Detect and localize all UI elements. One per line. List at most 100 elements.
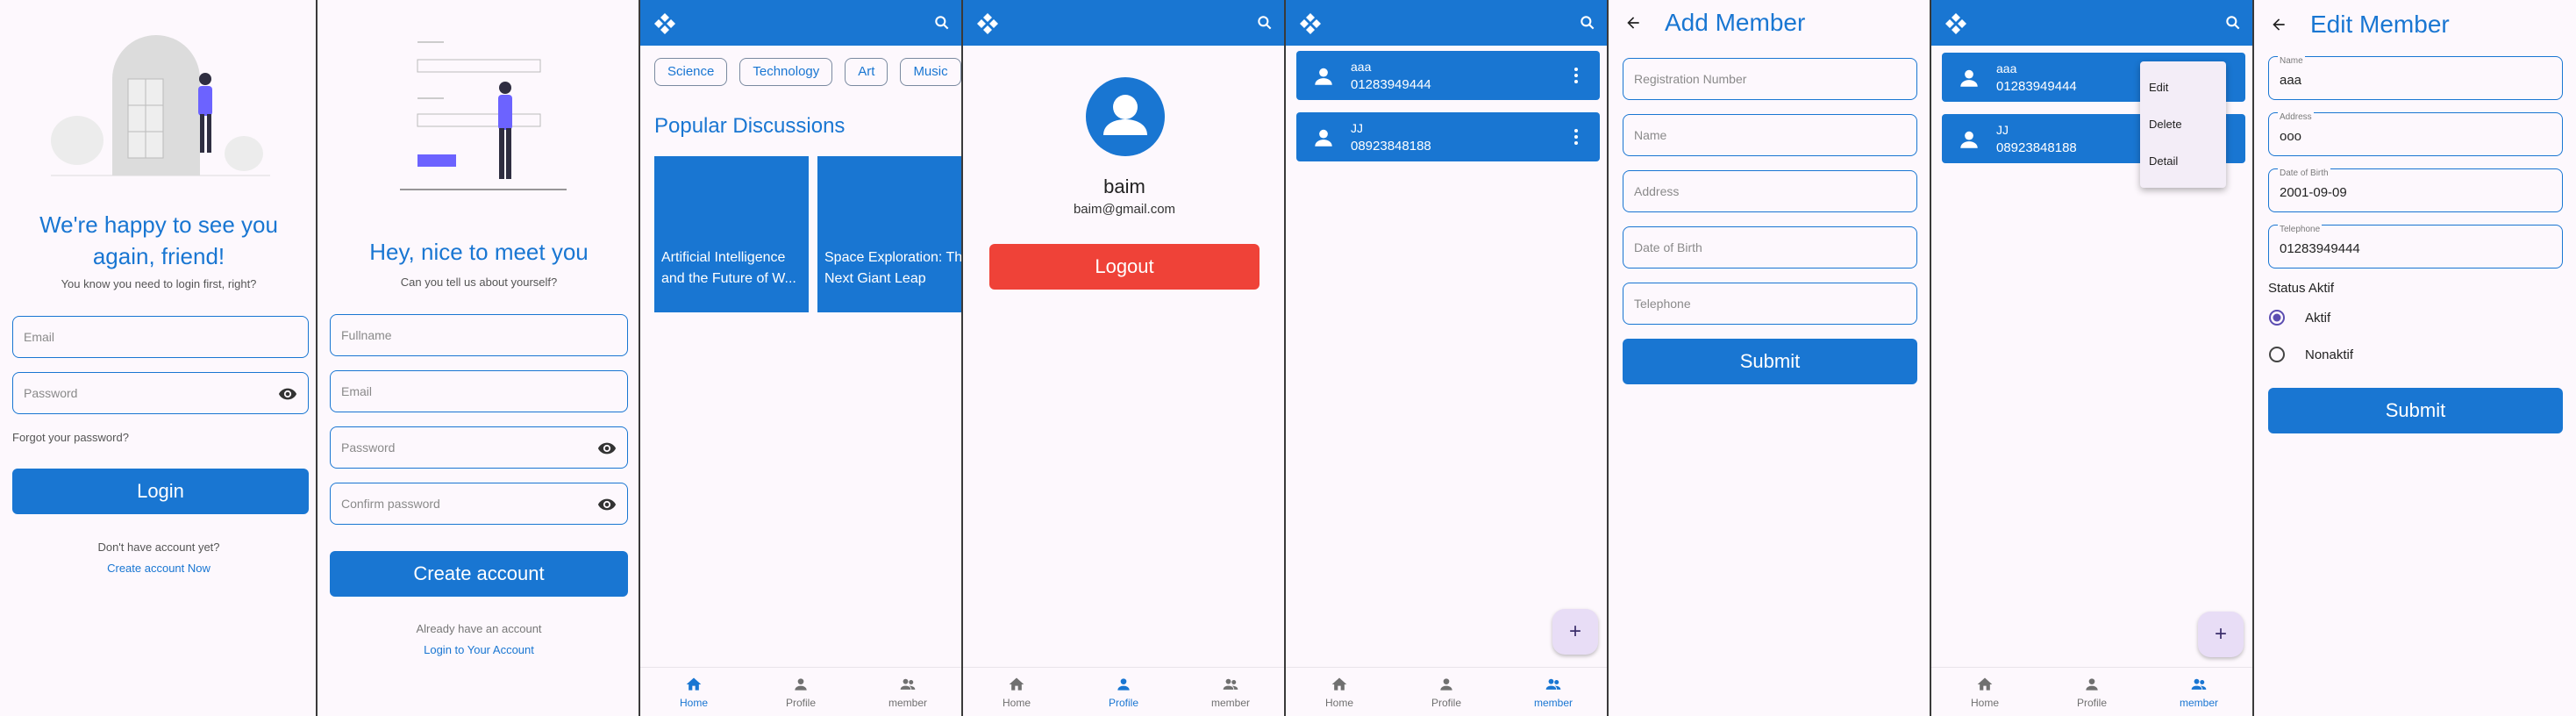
chip-science[interactable]: Science [654, 58, 728, 86]
login-link[interactable]: Login to Your Account [318, 643, 639, 656]
search-icon[interactable] [2224, 14, 2242, 32]
member-phone: 08923848188 [1996, 140, 2077, 155]
member-card[interactable]: aaa 01283949444 [1296, 51, 1600, 100]
logout-button[interactable]: Logout [989, 244, 1259, 290]
telephone-field[interactable]: Telephone [1623, 283, 1917, 325]
add-member-fab[interactable]: + [2198, 612, 2244, 657]
forgot-password-link[interactable]: Forgot your password? [12, 431, 129, 444]
search-icon[interactable] [1579, 14, 1596, 32]
member-phone: 01283949444 [1996, 79, 2077, 94]
date-of-birth-field[interactable]: Date of Birth [1623, 226, 1917, 268]
eye-icon[interactable] [597, 495, 617, 514]
person-icon [1960, 131, 1978, 148]
chip-art[interactable]: Art [845, 58, 888, 86]
profile-screen: baim baim@gmail.com Logout Home Profile … [963, 0, 1286, 716]
more-vert-icon[interactable] [1573, 65, 1579, 86]
nav-home-label: Home [1970, 696, 1999, 709]
name-label: Name [2278, 56, 2305, 66]
category-chips: Science Technology Art Music [654, 58, 961, 86]
radio-aktif[interactable]: Aktif [2268, 307, 2330, 328]
register-screen: Hey, nice to meet you Can you tell us ab… [318, 0, 640, 716]
add-member-fab[interactable]: + [1552, 609, 1598, 655]
nav-profile[interactable]: Profile [1393, 668, 1500, 716]
nav-home[interactable]: Home [1286, 668, 1393, 716]
bottom-nav: Home Profile member [963, 667, 1284, 716]
person-icon [1315, 129, 1332, 147]
eye-icon[interactable] [597, 439, 617, 458]
search-icon[interactable] [1256, 14, 1274, 32]
menu-item-delete[interactable]: Delete [2149, 118, 2182, 131]
submit-button[interactable]: Submit [2268, 388, 2563, 433]
group-icon [1545, 678, 1561, 690]
radio-unselected-icon[interactable] [2268, 346, 2286, 363]
login-button[interactable]: Login [12, 469, 309, 514]
app-logo-icon[interactable] [1298, 11, 1323, 36]
register-illustration [400, 41, 567, 190]
radio-selected-icon[interactable] [2268, 309, 2286, 326]
address-field[interactable]: Address [1623, 170, 1917, 212]
home-icon [1977, 677, 1993, 691]
plus-icon: + [1568, 619, 1581, 643]
app-logo-icon[interactable] [653, 11, 677, 36]
address-field[interactable]: Address ooo [2268, 112, 2563, 156]
group-icon [2191, 678, 2207, 690]
login-subtitle: You know you need to login first, right? [61, 277, 257, 290]
submit-button[interactable]: Submit [1623, 339, 1917, 384]
nav-home[interactable]: Home [640, 668, 747, 716]
nav-profile[interactable]: Profile [2038, 668, 2145, 716]
section-title: Popular Discussions [654, 114, 846, 138]
nav-member[interactable]: member [854, 668, 961, 716]
search-icon[interactable] [933, 14, 951, 32]
back-arrow-icon[interactable] [1624, 14, 1642, 32]
nav-member[interactable]: member [1500, 668, 1607, 716]
name-field[interactable]: Name aaa [2268, 56, 2563, 100]
register-password-field[interactable]: Password [330, 426, 628, 469]
date-of-birth-label: Date of Birth [2278, 168, 2330, 178]
confirm-password-field[interactable]: Confirm password [330, 483, 628, 525]
nav-home-label: Home [679, 696, 708, 709]
back-arrow-icon[interactable] [2270, 16, 2287, 33]
date-of-birth-field[interactable]: Date of Birth 2001-09-09 [2268, 168, 2563, 212]
group-icon [900, 678, 916, 690]
address-placeholder: Address [1634, 184, 1680, 198]
chip-music[interactable]: Music [900, 58, 961, 86]
nav-profile[interactable]: Profile [1070, 668, 1177, 716]
avatar [1086, 77, 1165, 156]
app-logo-icon[interactable] [1944, 11, 1968, 36]
nav-home[interactable]: Home [963, 668, 1070, 716]
member-phone: 01283949444 [1351, 77, 1431, 92]
nav-member[interactable]: member [1177, 668, 1284, 716]
nav-profile[interactable]: Profile [747, 668, 854, 716]
create-account-button[interactable]: Create account [330, 551, 628, 597]
confirm-password-placeholder: Confirm password [341, 497, 440, 511]
profile-email: baim@gmail.com [1073, 202, 1176, 217]
discussion-card[interactable]: Space Exploration: The Next Giant Leap [817, 156, 961, 312]
nav-member[interactable]: member [2145, 668, 2252, 716]
member-card[interactable]: JJ 08923848188 [1296, 112, 1600, 161]
discussion-card[interactable]: Artificial Intelligence and the Future o… [654, 156, 809, 312]
app-logo-icon[interactable] [975, 11, 1000, 36]
more-vert-icon[interactable] [1573, 126, 1579, 147]
nav-home[interactable]: Home [1931, 668, 2038, 716]
member-name: JJ [1996, 123, 2009, 137]
telephone-field[interactable]: Telephone 01283949444 [2268, 225, 2563, 268]
fullname-field[interactable]: Fullname [330, 314, 628, 356]
create-account-link[interactable]: Create account Now [0, 562, 316, 575]
login-password-field[interactable]: Password [12, 372, 309, 414]
register-email-field[interactable]: Email [330, 370, 628, 412]
menu-item-edit[interactable]: Edit [2149, 81, 2168, 94]
nav-profile-label: Profile [785, 696, 816, 709]
person-icon [1315, 68, 1332, 85]
app-bar [963, 0, 1284, 46]
eye-icon[interactable] [278, 384, 297, 404]
group-icon [1223, 678, 1238, 690]
name-field[interactable]: Name [1623, 114, 1917, 156]
registration-number-field[interactable]: Registration Number [1623, 58, 1917, 100]
login-heading: We're happy to see you again, friend! [39, 211, 278, 269]
login-email-field[interactable]: Email [12, 316, 309, 358]
radio-nonaktif[interactable]: Nonaktif [2268, 344, 2353, 365]
chip-technology[interactable]: Technology [739, 58, 833, 86]
edit-member-screen: Edit Member Name aaa Address ooo Date of B… [2254, 0, 2576, 716]
menu-item-detail[interactable]: Detail [2149, 154, 2178, 168]
nav-profile-label: Profile [2076, 696, 2107, 709]
